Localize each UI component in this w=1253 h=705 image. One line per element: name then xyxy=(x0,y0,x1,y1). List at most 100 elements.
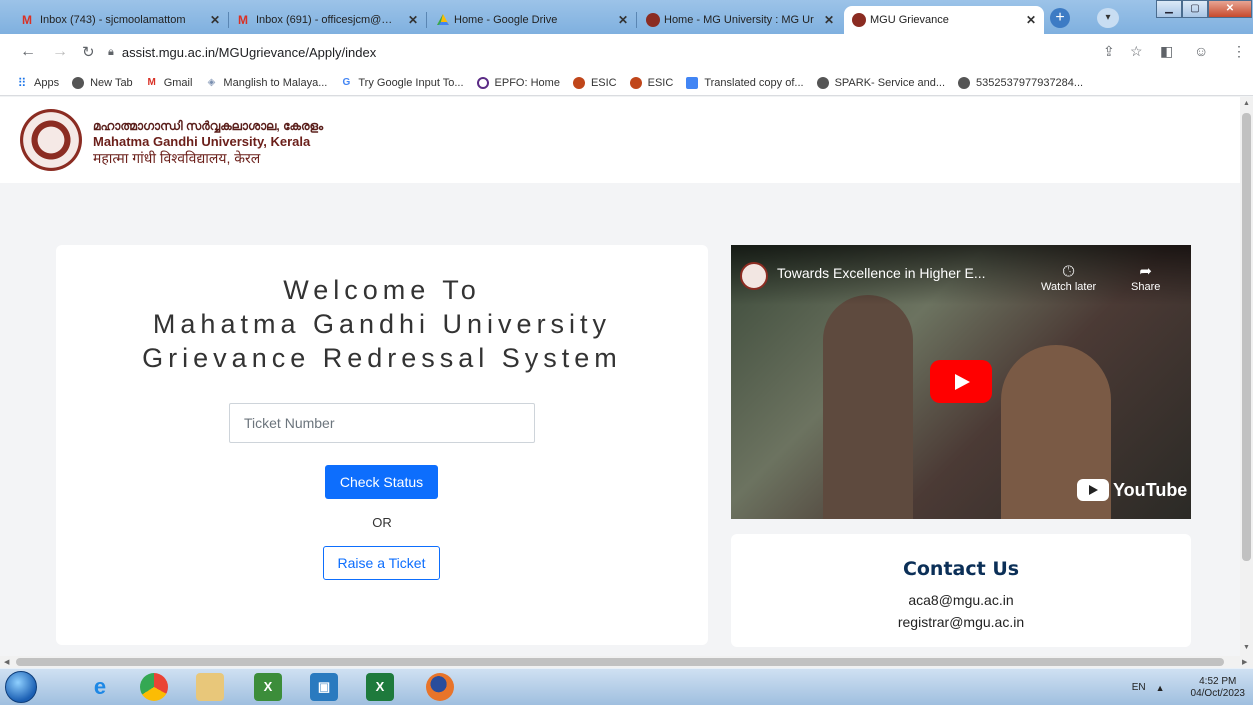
excel-icon[interactable]: X xyxy=(366,673,394,701)
address-bar[interactable]: 🔒︎ assist.mgu.ac.in/MGUgrievance/Apply/i… xyxy=(108,39,1244,65)
close-icon[interactable]: ✕ xyxy=(618,13,628,27)
bookmarks-bar: ⠿ Apps New Tab M Gmail ◈ Manglish to Mal… xyxy=(0,70,1253,96)
window-close-button[interactable]: ✕ xyxy=(1208,0,1252,18)
contact-email[interactable]: registrar@mgu.ac.in xyxy=(731,614,1191,630)
tab-google-drive[interactable]: Home - Google Drive ✕ xyxy=(428,6,636,34)
window-controls: ▁ ▢ ✕ xyxy=(1156,0,1252,20)
scroll-right-icon[interactable]: ▶ xyxy=(1242,658,1247,666)
contact-email[interactable]: aca8@mgu.ac.in xyxy=(731,592,1191,608)
bookmark-google-input[interactable]: G Try Google Input To... xyxy=(340,77,463,89)
chevron-down-icon: ▾ xyxy=(1105,12,1111,23)
gmail-icon: M xyxy=(238,13,248,27)
sidepanel-icon[interactable]: ◧ xyxy=(1160,43,1173,60)
watch-later-control[interactable]: 🕓︎ Watch later xyxy=(1041,263,1096,293)
bookmark-epfo[interactable]: EPFO: Home xyxy=(476,76,560,89)
bookmark-number[interactable]: 5352537977937284... xyxy=(958,76,1083,89)
reload-icon[interactable]: ↻ xyxy=(82,43,95,61)
profile-avatar[interactable]: ☺ xyxy=(1194,43,1208,59)
youtube-icon xyxy=(1077,479,1109,501)
browser-toolbar: ← → ↻ 🔒︎ assist.mgu.ac.in/MGUgrievance/A… xyxy=(0,34,1253,70)
language-indicator[interactable]: EN xyxy=(1132,682,1146,693)
new-tab-button[interactable]: + xyxy=(1050,8,1070,28)
url-text: assist.mgu.ac.in/MGUgrievance/Apply/inde… xyxy=(121,44,377,60)
doc-icon xyxy=(686,76,699,89)
bookmark-spark[interactable]: SPARK- Service and... xyxy=(816,76,946,89)
youtube-logo[interactable]: YouTube xyxy=(1077,479,1187,501)
tab-mgu-grievance[interactable]: MGU Grievance ✕ xyxy=(844,6,1044,34)
bookmark-manglish[interactable]: ◈ Manglish to Malaya... xyxy=(205,76,328,89)
bookmark-apps[interactable]: ⠿ Apps xyxy=(16,77,59,89)
firefox-icon[interactable] xyxy=(426,673,454,701)
tab-gmail-inbox-2[interactable]: M Inbox (691) - officesjcm@gma ✕ xyxy=(230,6,426,34)
bookmark-new-tab[interactable]: New Tab xyxy=(72,76,133,89)
close-icon[interactable]: ✕ xyxy=(1026,13,1036,27)
raise-ticket-button[interactable]: Raise a Ticket xyxy=(323,546,440,580)
share-control[interactable]: ➦ Share xyxy=(1131,263,1160,293)
tab-strip: M Inbox (743) - sjcmoolamattom ✕ M Inbox… xyxy=(0,0,1253,34)
close-icon[interactable]: ✕ xyxy=(210,13,220,27)
horizontal-scroll-thumb[interactable] xyxy=(16,658,1224,666)
video-thumbnail-figure xyxy=(823,295,913,519)
channel-avatar[interactable] xyxy=(740,262,768,290)
welcome-line-1: Welcome To xyxy=(283,275,481,305)
share-arrow-icon: ➦ xyxy=(1139,263,1152,280)
welcome-line-2: Mahatma Gandhi University xyxy=(152,309,612,339)
media-player-icon[interactable]: ▣ xyxy=(310,673,338,701)
play-icon xyxy=(955,374,970,390)
esic-icon xyxy=(629,76,642,89)
google-drive-icon xyxy=(436,13,450,27)
show-hidden-icons-icon[interactable]: ▲ xyxy=(1156,683,1165,693)
youtube-video-embed[interactable]: Towards Excellence in Higher E... 🕓︎ Wat… xyxy=(731,245,1191,519)
menu-kebab-icon[interactable]: ⋮ xyxy=(1232,43,1246,60)
site-header: മഹാത്മാഗാന്ധി സർവ്വകലാശാല, കേരളം Mahatma… xyxy=(0,97,1240,183)
apps-grid-icon: ⠿ xyxy=(17,75,27,90)
minimize-button[interactable]: ▁ xyxy=(1156,0,1182,18)
close-icon[interactable]: ✕ xyxy=(408,13,418,27)
tab-gmail-inbox-1[interactable]: M Inbox (743) - sjcmoolamattom ✕ xyxy=(14,6,228,34)
bookmark-translated-copy[interactable]: Translated copy of... xyxy=(686,76,804,89)
diamond-icon: ◈ xyxy=(207,76,216,88)
close-icon[interactable]: ✕ xyxy=(824,13,834,27)
back-arrow-icon[interactable]: ← xyxy=(20,43,36,61)
file-explorer-icon[interactable] xyxy=(196,673,224,701)
clock-date: 04/Oct/2023 xyxy=(1190,687,1245,699)
scroll-down-icon[interactable]: ▼ xyxy=(1243,644,1250,651)
vertical-scrollbar[interactable]: ▲ ▼ xyxy=(1240,97,1253,656)
play-button[interactable] xyxy=(930,360,992,403)
share-icon[interactable]: ⇪ xyxy=(1103,43,1115,60)
youtube-wordmark: YouTube xyxy=(1113,479,1188,500)
spreadsheet-app-icon[interactable]: X xyxy=(254,673,282,701)
bookmark-label: Gmail xyxy=(163,76,193,89)
forward-arrow-icon[interactable]: → xyxy=(52,43,68,61)
lock-icon: 🔒︎ xyxy=(108,45,114,58)
scroll-up-icon[interactable]: ▲ xyxy=(1243,100,1250,107)
start-button[interactable] xyxy=(5,671,37,703)
bookmark-label: SPARK- Service and... xyxy=(834,76,946,89)
chrome-icon[interactable] xyxy=(140,673,168,701)
bookmark-star-icon[interactable]: ☆ xyxy=(1130,43,1143,60)
video-title[interactable]: Towards Excellence in Higher E... xyxy=(777,265,986,281)
scroll-left-icon[interactable]: ◀ xyxy=(4,658,9,666)
tab-mg-university-home[interactable]: Home - MG University : MG Ur ✕ xyxy=(638,6,842,34)
globe-icon xyxy=(958,76,971,89)
bookmark-esic-2[interactable]: ESIC xyxy=(629,76,673,89)
mgu-icon xyxy=(852,13,866,27)
tab-search-button[interactable]: ▾ xyxy=(1097,8,1119,28)
bookmark-gmail[interactable]: M Gmail xyxy=(146,77,193,89)
clock[interactable]: 4:52 PM 04/Oct/2023 xyxy=(1191,676,1245,700)
maximize-button[interactable]: ▢ xyxy=(1182,0,1208,18)
horizontal-scrollbar[interactable]: ◀ ▶ xyxy=(0,656,1253,668)
ticket-number-input[interactable] xyxy=(229,403,535,443)
page-title: Welcome To Mahatma Gandhi University Gri… xyxy=(56,273,708,375)
tab-label: Home - Google Drive xyxy=(454,14,558,26)
university-logo xyxy=(20,109,82,171)
vertical-scroll-thumb[interactable] xyxy=(1242,113,1251,561)
globe-icon xyxy=(816,76,829,89)
internet-explorer-icon[interactable]: e xyxy=(86,673,114,701)
contact-title: Contact Us xyxy=(902,558,1020,580)
gmail-icon: M xyxy=(22,13,32,27)
check-status-button[interactable]: Check Status xyxy=(325,465,438,499)
clock-time: 4:52 PM xyxy=(1199,675,1237,687)
tab-separator xyxy=(636,12,637,28)
bookmark-esic-1[interactable]: ESIC xyxy=(572,76,617,89)
